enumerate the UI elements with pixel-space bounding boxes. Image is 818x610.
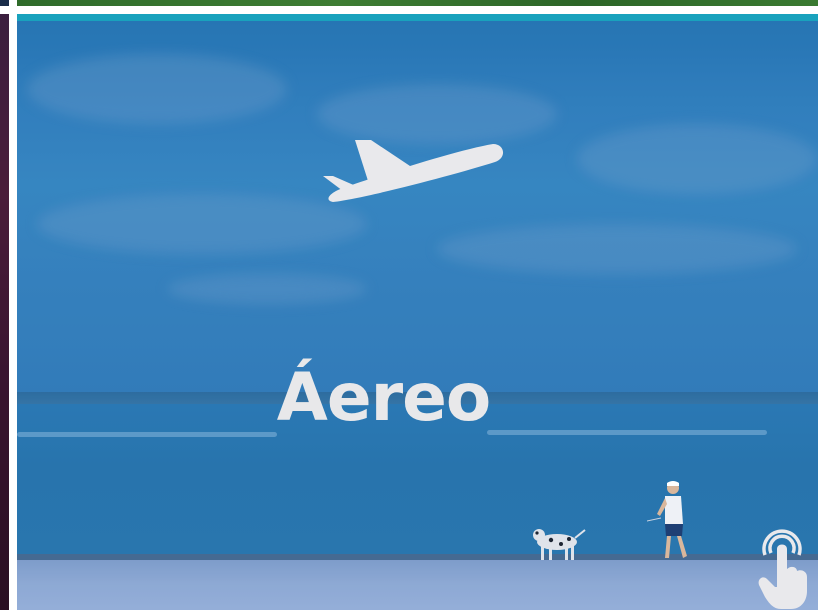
dog-figure — [533, 529, 586, 560]
adjacent-card-top-edge — [0, 0, 9, 6]
beach-background — [17, 560, 818, 610]
previous-card-image-edge[interactable] — [17, 0, 818, 6]
cloud — [437, 224, 797, 274]
airplane-icon — [323, 140, 504, 202]
card-title: Áereo — [276, 359, 492, 436]
page: Áereo — [0, 0, 818, 610]
cloud — [167, 274, 367, 304]
person-figure — [647, 481, 687, 558]
card-accent-bar — [17, 14, 818, 21]
cloud — [27, 54, 287, 124]
adjacent-card-left-edge[interactable] — [0, 14, 9, 610]
cloud — [577, 124, 817, 194]
tap-hand-icon — [758, 529, 807, 609]
aereo-card[interactable]: Áereo — [17, 14, 818, 610]
